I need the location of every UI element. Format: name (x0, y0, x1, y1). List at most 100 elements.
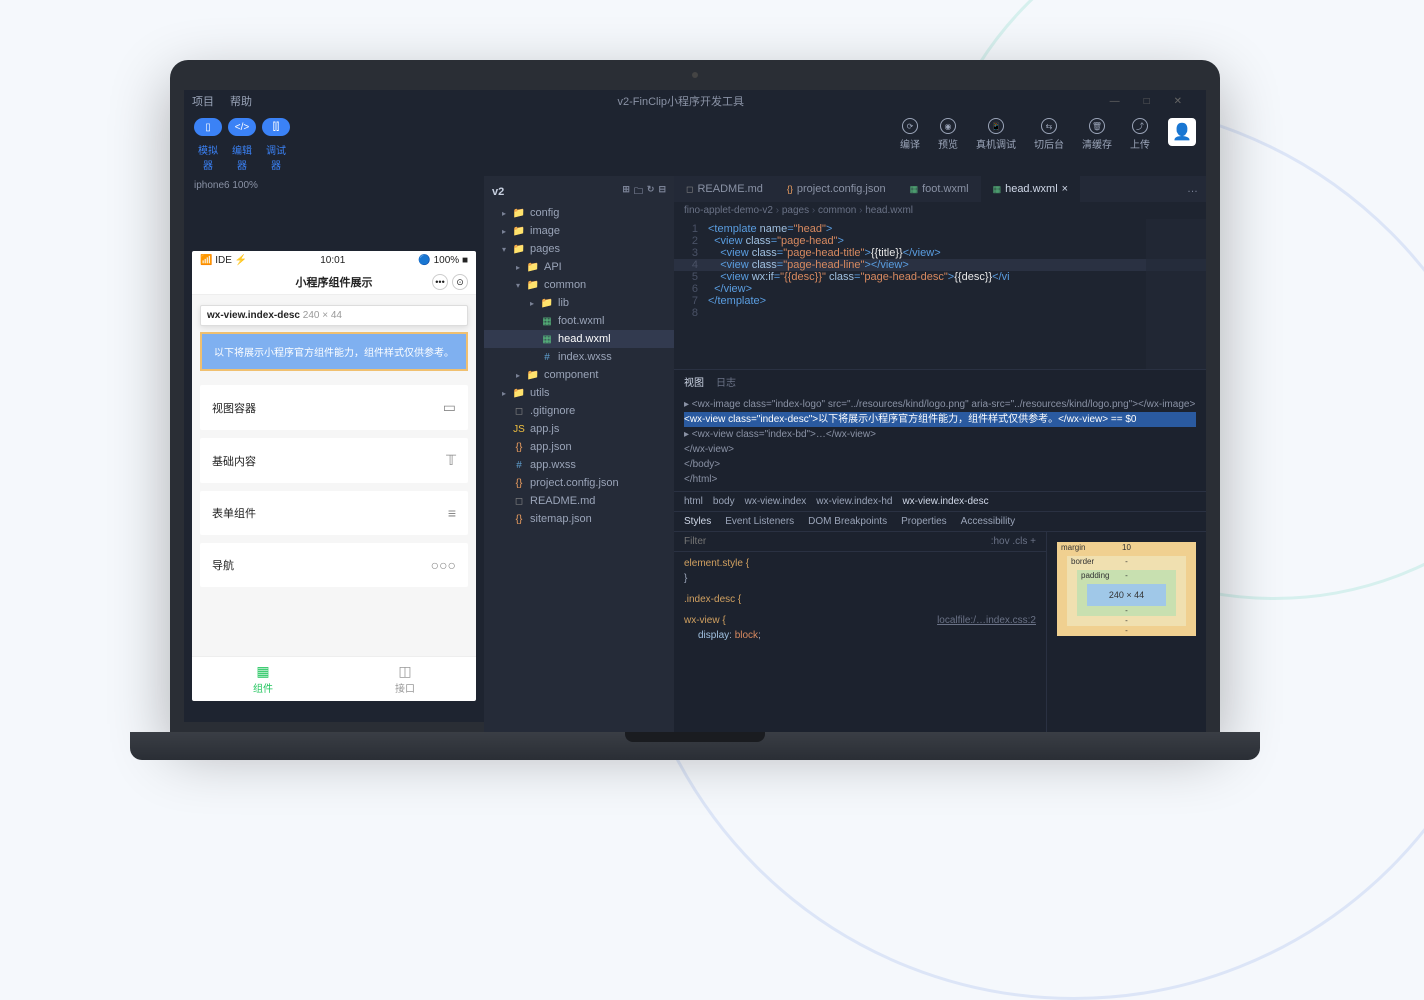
tree-item[interactable]: {}app.json (484, 438, 674, 456)
styles-tab[interactable]: Styles (684, 516, 711, 527)
styles-tab[interactable]: Properties (901, 516, 947, 527)
minimize-icon[interactable]: — (1110, 96, 1120, 107)
dom-crumb-item[interactable]: wx-view.index-desc (902, 496, 988, 507)
minimap[interactable] (1146, 219, 1206, 369)
close-tab-icon[interactable]: × (1062, 183, 1068, 195)
css-rule[interactable]: element.style {} (684, 556, 1036, 586)
component-item[interactable]: 视图容器▭ (200, 385, 468, 430)
dom-crumb-item[interactable]: body (713, 496, 735, 507)
styles-tab[interactable]: DOM Breakpoints (808, 516, 887, 527)
tree-item[interactable]: ▸📁API (484, 258, 674, 276)
menu-project[interactable]: 项目 (192, 93, 214, 109)
dom-node[interactable]: ▸ <wx-image class="index-logo" src="../r… (684, 397, 1196, 412)
styles-filter-input[interactable] (684, 536, 991, 547)
dom-node[interactable]: </html> (684, 472, 1196, 487)
new-folder-icon[interactable]: 🗀 (634, 184, 643, 200)
css-rule[interactable]: wx-view {localfile:/…index.css:2display:… (684, 613, 1036, 643)
tree-item[interactable]: ◻README.md (484, 492, 674, 510)
new-file-icon[interactable]: ⊞ (622, 184, 630, 200)
tree-item[interactable]: {}project.config.json (484, 474, 674, 492)
topbar-action[interactable]: ⤴上传 (1130, 118, 1150, 151)
code-line[interactable]: 6 </view> (674, 283, 1206, 295)
tree-item[interactable]: ▸📁utils (484, 384, 674, 402)
tree-item[interactable]: {}sitemap.json (484, 510, 674, 528)
file-icon: ◻ (686, 184, 693, 195)
breadcrumb-item[interactable]: head.wxml (865, 205, 913, 216)
collapse-icon[interactable]: ⊟ (658, 184, 666, 200)
code-line[interactable]: 4 <view class="page-head-line"></view> (674, 259, 1206, 271)
dom-node[interactable]: <wx-view class="index-desc">以下将展示小程序官方组件… (684, 412, 1196, 427)
avatar[interactable] (1168, 118, 1196, 146)
topbar-action[interactable]: ◉预览 (938, 118, 958, 151)
close-icon[interactable]: ⊙ (452, 274, 468, 290)
tree-item[interactable]: #index.wxss (484, 348, 674, 366)
file-icon: {} (512, 442, 526, 453)
refresh-icon[interactable]: ↻ (647, 184, 655, 200)
dom-node[interactable]: </wx-view> (684, 442, 1196, 457)
code-line[interactable]: 1<template name="head"> (674, 223, 1206, 235)
code-area[interactable]: 1<template name="head">2 <view class="pa… (674, 219, 1206, 369)
dom-node[interactable]: </body> (684, 457, 1196, 472)
phone-tab[interactable]: ◫接口 (334, 657, 476, 701)
tree-item[interactable]: ▸📁component (484, 366, 674, 384)
tree-item[interactable]: #app.wxss (484, 456, 674, 474)
tree-item[interactable]: ▸📁config (484, 204, 674, 222)
editor-tab[interactable]: ▦foot.wxml (898, 176, 981, 202)
phone-tab[interactable]: ▦组件 (192, 657, 334, 701)
file-icon: JS (512, 424, 526, 435)
editor-tab[interactable]: ◻README.md (674, 176, 775, 202)
editor-toggle[interactable]: </> (228, 118, 256, 136)
code-line[interactable]: 5 <view wx:if="{{desc}}" class="page-hea… (674, 271, 1206, 283)
highlighted-element[interactable]: 以下将展示小程序官方组件能力，组件样式仅供参考。 (200, 332, 468, 371)
action-label: 上传 (1130, 136, 1150, 151)
component-item[interactable]: 基础内容𝕋 (200, 438, 468, 483)
dom-tree[interactable]: ▸ <wx-image class="index-logo" src="../r… (674, 393, 1206, 491)
css-rule[interactable]: .index-desc {</span></div><div class="cs… (684, 592, 1036, 607)
simulator-toggle[interactable]: ▯ (194, 118, 222, 136)
item-icon: ○○○ (431, 557, 456, 573)
breadcrumb-item[interactable]: fino-applet-demo-v2 (684, 205, 782, 216)
css-rules[interactable]: element.style {} .index-desc {</span></di… (674, 552, 1046, 736)
more-icon[interactable]: ••• (432, 274, 448, 290)
editor-tab[interactable]: {}project.config.json (775, 176, 898, 202)
tree-item[interactable]: ▸📁lib (484, 294, 674, 312)
breadcrumb-item[interactable]: pages (782, 205, 818, 216)
tree-item[interactable]: JSapp.js (484, 420, 674, 438)
code-line[interactable]: 2 <view class="page-head"> (674, 235, 1206, 247)
tree-item[interactable]: ▦foot.wxml (484, 312, 674, 330)
topbar-action[interactable]: 📱真机调试 (976, 118, 1016, 151)
dom-crumb-item[interactable]: html (684, 496, 703, 507)
devtools-tab-log[interactable]: 日志 (716, 374, 736, 389)
styles-filter-actions[interactable]: :hov .cls + (991, 536, 1036, 547)
dom-crumb-item[interactable]: wx-view.index (745, 496, 807, 507)
topbar-action[interactable]: 🗑清缓存 (1082, 118, 1112, 151)
project-root[interactable]: v2 ⊞ 🗀 ↻ ⊟ (484, 180, 674, 204)
tree-item[interactable]: ▦head.wxml (484, 330, 674, 348)
code-line[interactable]: 7</template> (674, 295, 1206, 307)
menu-help[interactable]: 帮助 (230, 93, 252, 109)
component-item[interactable]: 表单组件≡ (200, 491, 468, 535)
tree-item[interactable]: ◻.gitignore (484, 402, 674, 420)
maximize-icon[interactable]: □ (1144, 96, 1150, 107)
component-item[interactable]: 导航○○○ (200, 543, 468, 587)
debugger-toggle[interactable]: ⫿⫿ (262, 118, 290, 136)
dom-node[interactable]: ▸ <wx-view class="index-bd">…</wx-view> (684, 427, 1196, 442)
styles-tab[interactable]: Event Listeners (725, 516, 794, 527)
topbar-action[interactable]: ⟳编译 (900, 118, 920, 151)
styles-tab[interactable]: Accessibility (961, 516, 1015, 527)
code-line[interactable]: 3 <view class="page-head-title">{{title}… (674, 247, 1206, 259)
devtools-tab-view[interactable]: 视图 (684, 374, 704, 389)
breadcrumb-item[interactable]: common (818, 205, 865, 216)
code-line[interactable]: 8 (674, 307, 1206, 319)
tree-item[interactable]: ▾📁pages (484, 240, 674, 258)
styles-tabs: Styles Event Listeners DOM Breakpoints Prop… (674, 511, 1206, 532)
topbar-action[interactable]: ⇆切后台 (1034, 118, 1064, 151)
source-link[interactable]: localfile:/…index.css:2 (937, 613, 1036, 628)
dom-crumb-item[interactable]: wx-view.index-hd (816, 496, 892, 507)
tree-item[interactable]: ▾📁common (484, 276, 674, 294)
tree-item[interactable]: ▸📁image (484, 222, 674, 240)
close-icon[interactable]: ✕ (1174, 96, 1182, 107)
window-controls: — □ ✕ (1110, 96, 1198, 107)
tabs-more-icon[interactable]: … (1179, 183, 1206, 195)
editor-tab[interactable]: ▦head.wxml × (981, 176, 1081, 202)
